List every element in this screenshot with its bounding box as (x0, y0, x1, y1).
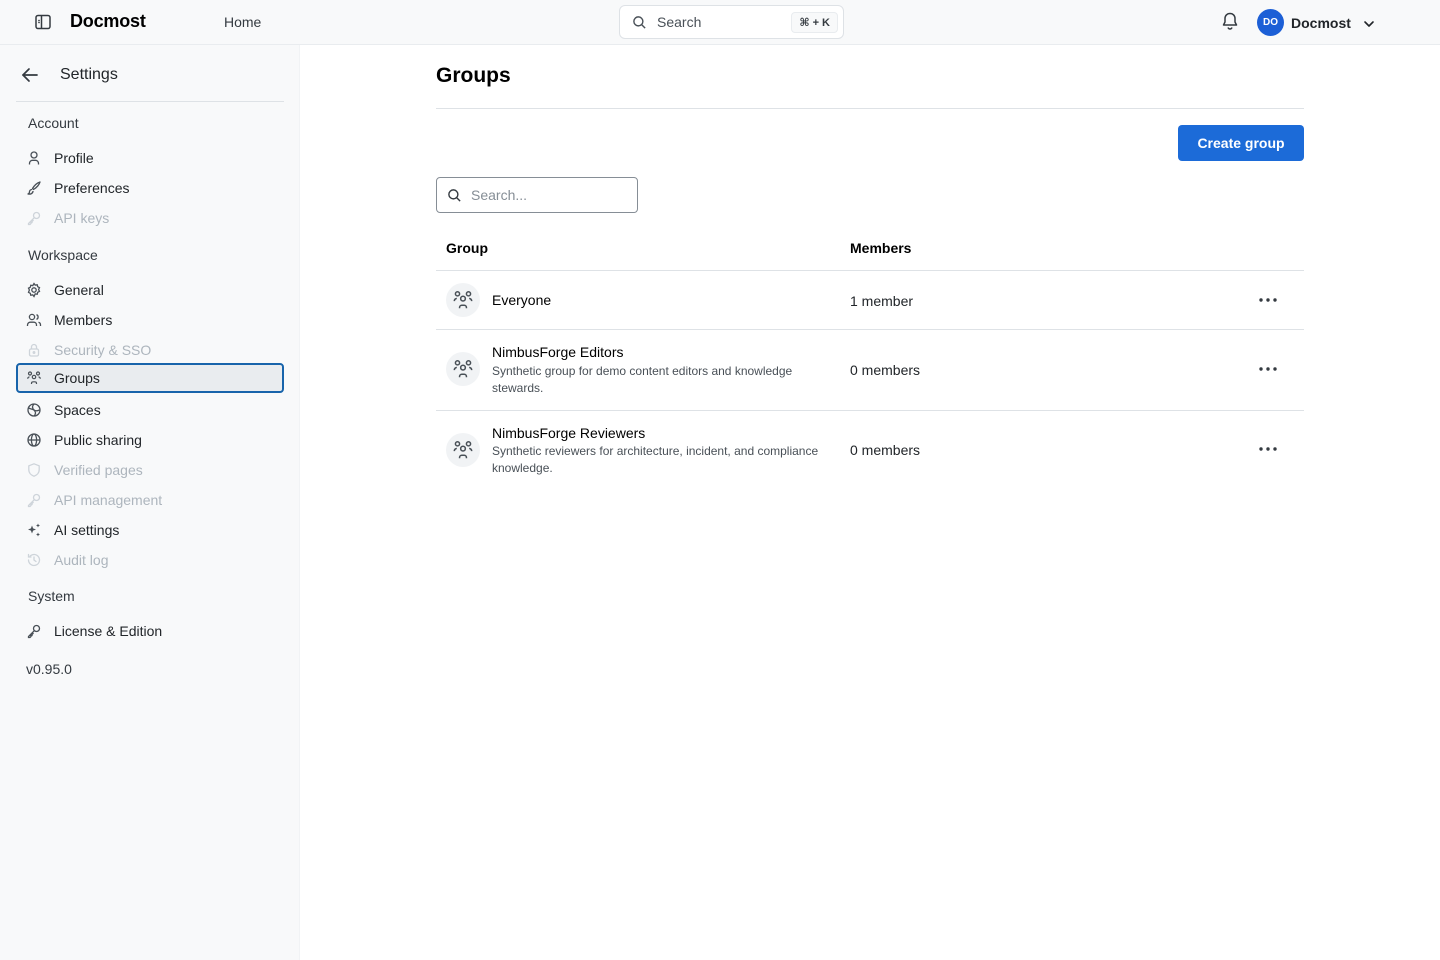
spaces-icon (26, 402, 42, 418)
settings-title: Settings (60, 66, 118, 83)
column-header-members: Members (850, 240, 912, 256)
sidebar-item-api-keys: API keys (16, 203, 284, 233)
sidebar-item-label: Preferences (54, 180, 130, 196)
sidebar-item-groups[interactable]: Groups (16, 363, 284, 393)
users-group-icon (446, 433, 480, 467)
search-shortcut-badge: ⌘ + K (791, 12, 838, 33)
column-header-group: Group (446, 240, 488, 256)
sidebar-item-verified-pages: Verified pages (16, 455, 284, 485)
key-icon (26, 210, 42, 226)
group-name[interactable]: NimbusForge Reviewers (492, 425, 645, 441)
group-description: Synthetic group for demo content editors… (492, 364, 793, 395)
group-search-input[interactable] (471, 178, 631, 212)
table-row[interactable]: NimbusForge Editors Synthetic group for … (436, 330, 1304, 410)
settings-sidebar: Settings Account Profile Preferences API… (0, 45, 300, 960)
title-divider (436, 108, 1304, 109)
sidebar-item-spaces[interactable]: Spaces (16, 395, 284, 425)
sidebar-item-label: Spaces (54, 402, 101, 418)
sidebar-item-api-management: API management (16, 485, 284, 515)
sidebar-item-label: General (54, 282, 104, 298)
users-group-icon (446, 283, 480, 317)
sidebar-item-ai-settings[interactable]: AI settings (16, 515, 284, 545)
history-icon (26, 552, 42, 568)
bell-icon[interactable] (1221, 11, 1241, 33)
sidebar-item-members[interactable]: Members (16, 305, 284, 335)
users-icon (26, 312, 42, 328)
sidebar-item-label: Members (54, 312, 113, 328)
back-arrow-icon[interactable] (20, 66, 40, 84)
group-member-count: 0 members (850, 442, 921, 458)
chevron-down-icon (1363, 17, 1375, 29)
search-icon (447, 188, 462, 208)
sidebar-item-label: AI settings (54, 522, 120, 538)
sidebar-toggle-icon[interactable] (33, 12, 53, 32)
brush-icon (26, 180, 42, 196)
search-icon (632, 15, 647, 35)
sidebar-item-label: Audit log (54, 552, 109, 568)
table-row[interactable]: NimbusForge Reviewers Synthetic reviewer… (436, 411, 1304, 491)
search-label: Search (657, 14, 702, 30)
create-group-button[interactable]: Create group (1178, 125, 1304, 161)
sidebar-item-public-sharing[interactable]: Public sharing (16, 425, 284, 455)
group-search-field[interactable] (436, 177, 638, 213)
sidebar-item-label: Profile (54, 150, 94, 166)
users-group-icon (446, 352, 480, 386)
more-options-icon[interactable] (1254, 439, 1282, 459)
sidebar-item-label: License & Edition (54, 623, 163, 639)
table-row[interactable]: Everyone 1 member (436, 271, 1304, 329)
sidebar-item-preferences[interactable]: Preferences (16, 173, 284, 203)
avatar: DO (1257, 9, 1284, 36)
top-bar: Docmost Home Search ⌘ + K DO Docmost (0, 0, 1440, 45)
sidebar-item-label: Groups (54, 370, 100, 386)
app-version: v0.95.0 (26, 661, 72, 677)
more-options-icon[interactable] (1254, 290, 1282, 310)
user-icon (26, 150, 42, 166)
globe-icon (26, 432, 42, 448)
sidebar-item-license-edition[interactable]: License & Edition (16, 616, 284, 646)
key-icon (26, 492, 42, 508)
sidebar-item-label: Security & SSO (54, 342, 152, 358)
more-options-icon[interactable] (1254, 359, 1282, 379)
section-label-workspace: Workspace (28, 247, 98, 263)
sidebar-divider (16, 101, 284, 102)
nav-home-link[interactable]: Home (224, 14, 261, 30)
gear-icon (26, 282, 42, 298)
group-description: Synthetic reviewers for architecture, in… (492, 444, 819, 475)
sidebar-item-general[interactable]: General (16, 275, 284, 305)
sidebar-item-label: API keys (54, 210, 110, 226)
sidebar-item-profile[interactable]: Profile (16, 143, 284, 173)
sidebar-item-label: Verified pages (54, 462, 143, 478)
sidebar-item-label: Public sharing (54, 432, 142, 448)
sidebar-item-label: API management (54, 492, 163, 508)
shield-check-icon (26, 462, 42, 478)
group-member-count: 1 member (850, 293, 914, 309)
lock-icon (26, 342, 42, 358)
group-name[interactable]: Everyone (492, 292, 551, 308)
key-icon (26, 623, 42, 639)
app-logo-text[interactable]: Docmost (70, 11, 146, 32)
section-label-account: Account (28, 115, 79, 131)
sidebar-item-audit-log: Audit log (16, 545, 284, 575)
group-name[interactable]: NimbusForge Editors (492, 344, 624, 360)
sidebar-item-security-sso: Security & SSO (16, 335, 284, 365)
sparkles-icon (26, 522, 42, 538)
section-label-system: System (28, 588, 75, 604)
user-menu[interactable]: DO Docmost (1257, 9, 1375, 36)
user-name: Docmost (1291, 14, 1351, 31)
global-search-button[interactable]: Search ⌘ + K (619, 5, 844, 39)
group-member-count: 0 members (850, 362, 921, 378)
page-title: Groups (436, 64, 511, 87)
users-group-icon (26, 370, 42, 386)
